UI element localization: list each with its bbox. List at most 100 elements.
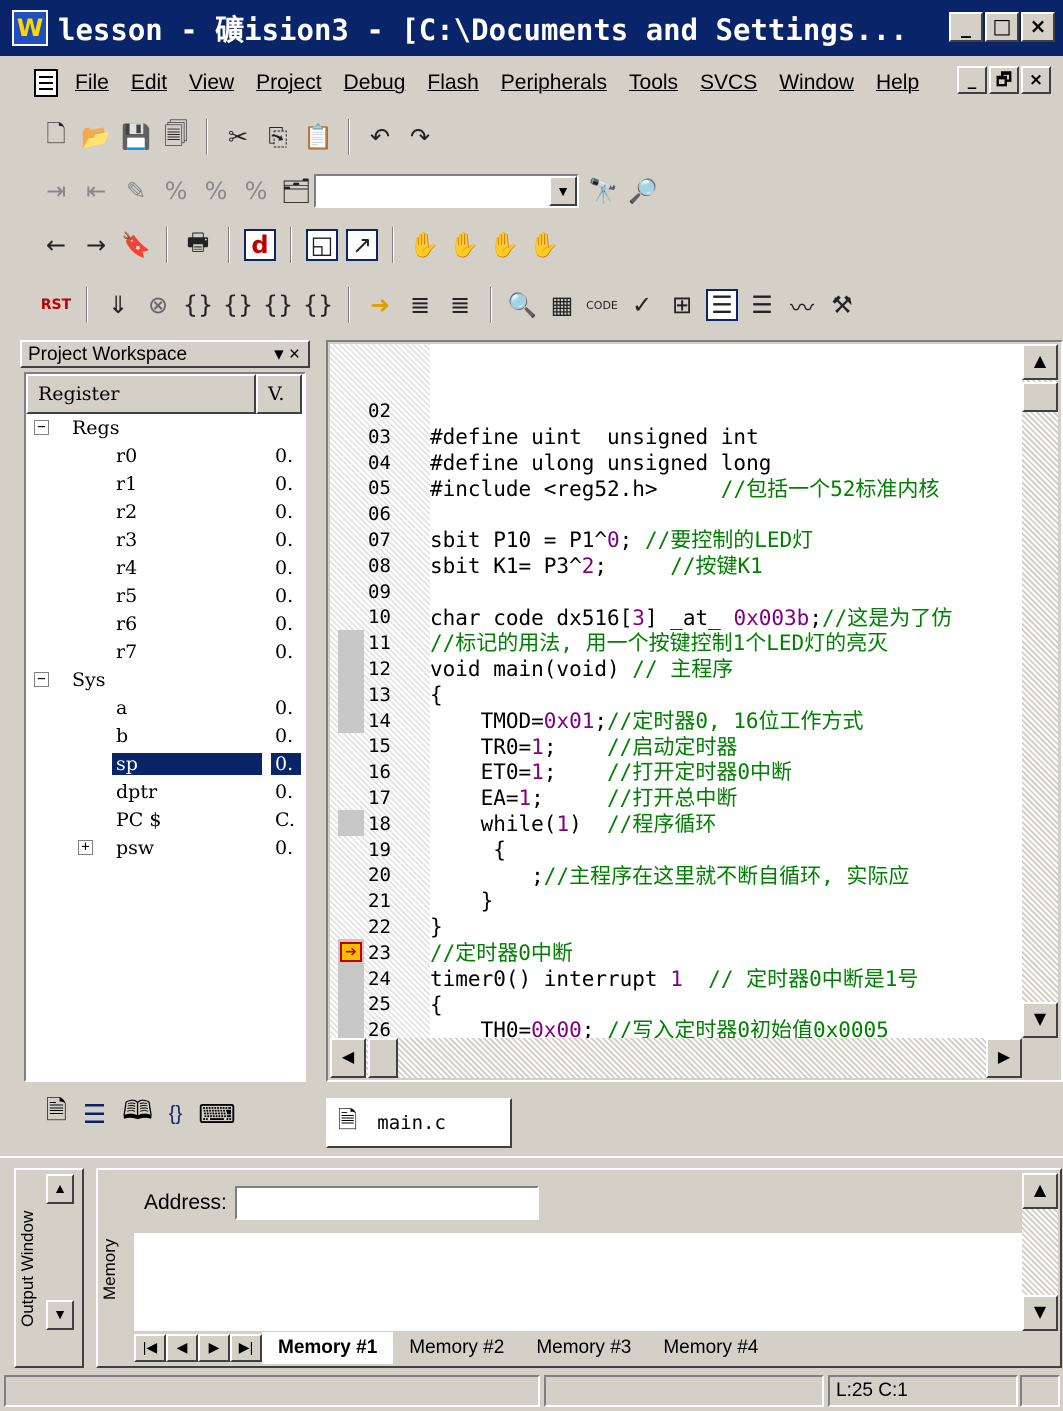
scroll-thumb[interactable] bbox=[1022, 382, 1058, 412]
code-line[interactable]: 13 TMOD=0x01;//定时器0, 16位工作方式 bbox=[330, 629, 1022, 733]
register-row[interactable]: r5 0. bbox=[26, 582, 304, 610]
next-bookmark-icon[interactable]: % bbox=[160, 175, 192, 207]
register-row[interactable]: r3 0. bbox=[26, 526, 304, 554]
register-row[interactable]: r2 0. bbox=[26, 498, 304, 526]
scroll-up-button[interactable]: ▲ bbox=[1022, 344, 1058, 380]
expander-icon[interactable]: + bbox=[78, 840, 93, 855]
undo-icon[interactable]: ↶ bbox=[364, 121, 396, 153]
tab-memory-2[interactable]: Memory #2 bbox=[393, 1332, 520, 1364]
menu-window[interactable]: Window bbox=[768, 71, 865, 95]
first-tab-button[interactable]: |◀ bbox=[134, 1334, 166, 1362]
code-line[interactable]: 06 sbit P10 = P1^0; //要控制的LED灯 bbox=[330, 449, 1022, 552]
window-icon[interactable]: ◱ bbox=[306, 229, 338, 261]
code-line[interactable]: 03 #define ulong unsigned long bbox=[330, 372, 1022, 475]
check-icon[interactable]: ✓ bbox=[626, 289, 658, 321]
hand1-icon[interactable]: ✋ bbox=[408, 229, 440, 261]
memory-label[interactable]: Memory bbox=[100, 1174, 124, 1364]
breakpoint-margin[interactable] bbox=[338, 707, 364, 734]
incremental-find-icon[interactable]: 🔎 bbox=[627, 175, 659, 207]
memory-scrollbar[interactable]: ▲ ▼ bbox=[1022, 1173, 1058, 1331]
last-tab-button[interactable]: ▶| bbox=[230, 1334, 262, 1362]
outdent-icon[interactable]: ⇤ bbox=[80, 175, 112, 207]
code-line[interactable]: 22 //定时器0中断 bbox=[330, 862, 1022, 965]
new-file-icon[interactable]: 🗋 bbox=[40, 120, 72, 153]
hscroll-thumb[interactable] bbox=[368, 1038, 398, 1078]
memory-icon[interactable]: ▦ bbox=[546, 289, 578, 321]
save-icon[interactable]: 💾 bbox=[120, 121, 152, 153]
trace-icon[interactable]: ☰ bbox=[746, 289, 778, 321]
tab-memory-1[interactable]: Memory #1 bbox=[262, 1332, 394, 1364]
close-button[interactable]: × bbox=[1021, 12, 1055, 42]
menu-peripherals[interactable]: Peripherals bbox=[490, 71, 618, 95]
code-icon[interactable]: CODE bbox=[586, 289, 618, 321]
breakpoint-margin[interactable] bbox=[338, 681, 364, 708]
code-line[interactable]: 15 ET0=1; //打开定时器0中断 bbox=[330, 681, 1022, 784]
list-icon[interactable]: ☰ bbox=[706, 289, 738, 321]
prev-tab-button[interactable]: ◀ bbox=[166, 1334, 198, 1362]
doc-restore-button[interactable]: 🗗 bbox=[989, 66, 1019, 94]
run-icon[interactable]: {} bbox=[302, 289, 334, 321]
code-line[interactable]: 20 } bbox=[330, 810, 1022, 913]
forward-icon[interactable]: → bbox=[80, 229, 112, 261]
menu-project[interactable]: Project bbox=[245, 71, 332, 95]
menu-view[interactable]: View bbox=[178, 71, 245, 95]
register-row[interactable]: sp 0. bbox=[26, 750, 304, 778]
breakpoint-margin[interactable] bbox=[338, 810, 364, 837]
code-line[interactable]: 23 timer0() interrupt 1 // 定时器0中断是1号 bbox=[330, 888, 1022, 991]
scroll-up-button[interactable]: ▲ bbox=[46, 1174, 74, 1204]
scroll-left-button[interactable]: ◀ bbox=[330, 1038, 366, 1078]
tree-group[interactable]: − Regs bbox=[26, 414, 304, 442]
scroll-down-button[interactable]: ▼ bbox=[1022, 1295, 1058, 1331]
chevron-down-icon[interactable]: ▼ bbox=[549, 176, 577, 206]
step-over-icon[interactable]: {} bbox=[182, 289, 214, 321]
expander-icon[interactable]: − bbox=[34, 672, 49, 687]
address-input[interactable] bbox=[234, 1186, 539, 1220]
print-icon[interactable]: 🖶 bbox=[182, 228, 214, 261]
toggle-bp-icon[interactable]: ≣ bbox=[404, 289, 436, 321]
find-in-files-icon[interactable]: 🗂 bbox=[280, 175, 312, 207]
code-line[interactable]: 04 #include <reg52.h> //包括一个52标准内核 bbox=[330, 398, 1022, 501]
register-row[interactable]: r7 0. bbox=[26, 638, 304, 666]
code-line[interactable]: 05 bbox=[330, 423, 1022, 499]
doc-close-button[interactable]: × bbox=[1021, 66, 1051, 94]
register-row[interactable]: r6 0. bbox=[26, 610, 304, 638]
goto-icon[interactable]: 🔖 bbox=[120, 229, 152, 261]
register-row[interactable]: r0 0. bbox=[26, 442, 304, 470]
reset-icon[interactable]: RST bbox=[40, 289, 72, 321]
code-line[interactable]: 10 //标记的用法, 用一个按键控制1个LED灯的亮灭 bbox=[330, 552, 1022, 655]
code-line[interactable]: 26 TL0=0x06; bbox=[330, 965, 1022, 1038]
menu-file[interactable]: File bbox=[64, 71, 120, 95]
tab-memory-3[interactable]: Memory #3 bbox=[520, 1332, 647, 1364]
functions-tab-icon[interactable]: {} bbox=[169, 1103, 182, 1126]
expander-icon[interactable]: − bbox=[34, 420, 49, 435]
code-line[interactable]: 28 } bbox=[330, 1016, 1022, 1038]
col-register[interactable]: Register bbox=[26, 374, 256, 414]
step-icon[interactable]: ⇓ bbox=[102, 289, 134, 321]
code-line[interactable]: 02 #define uint unsigned int bbox=[330, 346, 1022, 449]
next-tab-button[interactable]: ▶ bbox=[198, 1334, 230, 1362]
clear-bookmarks-icon[interactable]: % bbox=[240, 175, 272, 207]
breakpoint-margin[interactable] bbox=[338, 629, 364, 656]
tab-main-c[interactable]: 🗎 main.c bbox=[326, 1098, 512, 1148]
copy-icon[interactable]: ⎘ bbox=[262, 121, 294, 153]
resize-grip[interactable] bbox=[1020, 1375, 1060, 1407]
code-line[interactable]: 18 { bbox=[330, 759, 1022, 862]
save-all-icon[interactable]: 🗐 bbox=[160, 120, 192, 153]
bookmark-icon[interactable]: ✎ bbox=[120, 175, 152, 207]
app-icon[interactable]: W bbox=[12, 10, 48, 46]
breakpoint-margin[interactable] bbox=[338, 965, 364, 992]
tools-icon[interactable]: ⚒ bbox=[826, 289, 858, 321]
files-tab-icon[interactable]: 🗎 bbox=[46, 1092, 67, 1136]
menu-flash[interactable]: Flash bbox=[416, 71, 489, 95]
templates-tab-icon[interactable]: ⌨ bbox=[198, 1099, 236, 1130]
disable-bp-icon[interactable]: ≣ bbox=[444, 289, 476, 321]
code-line[interactable]: 08 bbox=[330, 501, 1022, 577]
back-icon[interactable]: ← bbox=[40, 229, 72, 261]
regs-tab-icon[interactable]: ☰ bbox=[83, 1099, 106, 1130]
run-to-icon[interactable]: {} bbox=[262, 289, 294, 321]
tree-group[interactable]: − Sys bbox=[26, 666, 304, 694]
memory-view[interactable] bbox=[134, 1233, 1022, 1331]
horizontal-scrollbar[interactable]: ◀ ▶ bbox=[330, 1038, 1022, 1078]
code-line[interactable]: 27 P10=~P10; //反转LED灯的亮灭 bbox=[330, 991, 1022, 1017]
menu-svcs[interactable]: SVCS bbox=[689, 71, 768, 95]
